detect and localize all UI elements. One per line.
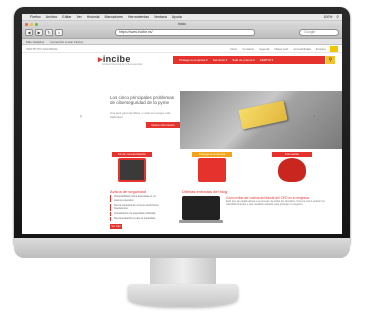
hero-banner: Los cinco principales problemas de ciber… [92, 91, 342, 149]
briefcase-icon [198, 158, 226, 182]
nav-item-sala-prensa[interactable]: Sala de prensa ▾ [232, 56, 255, 64]
hero-text: Una guía para identificar y evitar los r… [110, 111, 171, 119]
laptop-thumbnail[interactable] [179, 196, 223, 223]
nav-item-protege[interactable]: Protege tu empresa ▾ [179, 56, 208, 64]
alert-item[interactable]: Nueva campaña de correos electrónicos fr… [110, 203, 162, 211]
blog-article: Cómo evitar ser víctima del fraude del C… [226, 196, 326, 226]
credit-card-image [238, 100, 288, 130]
site-header: ▸incibe Instituto Nacional de Cibersegur… [22, 53, 342, 67]
menu-item-marcadores[interactable]: Marcadores [104, 15, 122, 19]
logo-tagline: Instituto Nacional de Ciberseguridad [102, 63, 143, 66]
feature-caption: Protege tu empresa [192, 152, 232, 157]
top-link-accesibilidad[interactable]: Accesibilidad [293, 47, 311, 51]
monitor-chin [14, 238, 350, 258]
top-link-inicio[interactable]: Inicio [230, 47, 237, 51]
menu-item-historial[interactable]: Historial [87, 15, 100, 19]
site-top-label: INSTITUTO NACIONAL [26, 46, 58, 51]
blog-column: Últimas entradas del blog Cómo evitar se… [179, 189, 332, 234]
home-button[interactable]: ⌂ [55, 29, 63, 36]
see-more-button[interactable]: Ver más [110, 223, 122, 229]
article-excerpt: Este tipo de estafa afecta a empresas de… [226, 200, 325, 207]
nav-item-certsi[interactable]: CERTSI ▾ [260, 56, 273, 64]
security-alerts-column: Avisos de seguridad Vulnerabilidad críti… [110, 189, 162, 234]
carousel-next-arrow[interactable]: › [313, 114, 315, 120]
site-search-icon[interactable]: ⚲ [326, 56, 335, 64]
menu-item-archivo[interactable]: Archivo [46, 15, 58, 19]
alert-item[interactable]: Vulnerabilidad crítica detectada en un s… [110, 195, 162, 203]
bookmark-item[interactable]: Comenzar a usar Firefox [50, 39, 83, 44]
bookmark-item[interactable]: Más visitados [26, 39, 44, 44]
carousel-prev-arrow[interactable]: ‹ [80, 114, 82, 120]
feature-blocks: Kit de concienciación Protege tu empresa… [92, 152, 342, 186]
zoom-window-button[interactable] [35, 22, 38, 26]
computer-monitor: Firefox Archivo Editar Ver Historial Mar… [0, 0, 369, 317]
language-flag-icon[interactable] [330, 45, 338, 52]
menu-item-firefox[interactable]: Firefox [30, 15, 41, 19]
section-title: Avisos de seguridad [110, 189, 146, 194]
forward-button[interactable]: ▶ [35, 29, 43, 36]
menu-item-herramientas[interactable]: Herramientas [128, 15, 149, 19]
menu-item-ver[interactable]: Ver [77, 15, 82, 19]
hero-cta-button[interactable]: Quiero informarme [146, 122, 180, 128]
alert-item[interactable]: Actualización de seguridad publicada [110, 212, 162, 216]
menubar-status: 100% ⚲ [323, 15, 339, 19]
menu-item-ayuda[interactable]: Ayuda [172, 15, 182, 19]
url-bar[interactable]: https://www.incibe.es/ [115, 29, 255, 36]
hero-image [180, 91, 342, 149]
feature-caption: Formación [272, 152, 312, 157]
menu-item-editar[interactable]: Editar [62, 15, 71, 19]
reload-button[interactable]: ↻ [45, 29, 53, 36]
hero-title: Los cinco principales problemas de ciber… [110, 95, 175, 105]
alert-item[interactable]: Recomendaciones para el teletrabajo [110, 217, 162, 221]
top-link-contacto[interactable]: Contacto [242, 47, 254, 51]
main-nav: Protege tu empresa ▾ Servicios ▾ Sala de… [173, 56, 325, 64]
browser-toolbar: ◀ ▶ ↻ ⌂ https://www.incibe.es/ Google [22, 27, 342, 39]
feature-block[interactable]: Formación [272, 152, 312, 184]
top-link-agenda[interactable]: Agenda [259, 47, 269, 51]
search-icon[interactable]: ⚲ [336, 15, 339, 19]
money-bag-icon [278, 158, 306, 182]
monitor-stand-neck [150, 258, 216, 286]
top-link-mapa-web[interactable]: Mapa web [274, 47, 288, 51]
monitor-stand-base [128, 284, 238, 306]
section-title: Últimas entradas del blog [182, 189, 228, 194]
window-title: Inicio [177, 22, 187, 26]
browser-search-input[interactable]: Google [299, 29, 339, 36]
screen: Firefox Archivo Editar Ver Historial Mar… [22, 14, 342, 234]
back-button[interactable]: ◀ [25, 29, 33, 36]
close-window-button[interactable] [25, 22, 28, 26]
battery-percent: 100% [323, 15, 333, 19]
screen-document-icon [118, 158, 146, 182]
top-link-empleo[interactable]: Empleo [316, 47, 326, 51]
minimize-window-button[interactable] [30, 22, 33, 26]
menu-item-ventana[interactable]: Ventana [154, 15, 167, 19]
feature-caption: Kit de concienciación [112, 152, 152, 157]
site-top-strip: INSTITUTO NACIONAL Inicio Contacto Agend… [22, 45, 342, 53]
feature-block[interactable]: Protege tu empresa [192, 152, 232, 184]
mac-menubar: Firefox Archivo Editar Ver Historial Mar… [22, 14, 342, 21]
nav-item-servicios[interactable]: Servicios ▾ [213, 56, 228, 64]
feature-block[interactable]: Kit de concienciación [112, 152, 152, 184]
